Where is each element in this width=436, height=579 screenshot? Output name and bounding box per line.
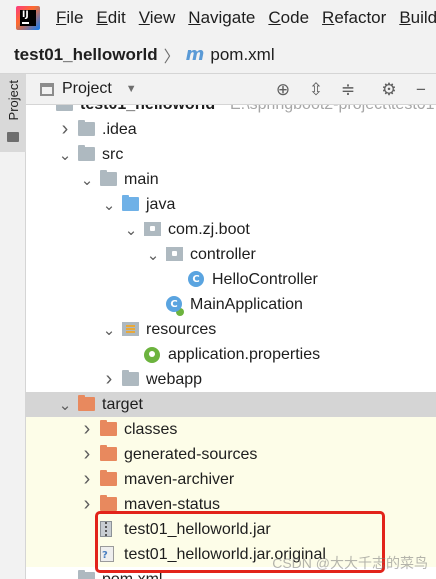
watermark: CSDN @大大千志的菜鸟 [272, 555, 428, 571]
tree-row[interactable]: C MainApplication [26, 292, 436, 317]
tree-row-label: classes [124, 421, 178, 438]
excluded-folder-icon [100, 445, 117, 461]
tree-row-label: HelloController [212, 271, 318, 288]
tree-row[interactable]: ⌄ target [26, 392, 436, 417]
spring-properties-icon [144, 347, 160, 363]
breadcrumb-file[interactable]: pom.xml [210, 45, 274, 65]
breadcrumb-project[interactable]: test01_helloworld [14, 45, 158, 65]
excluded-folder-icon [100, 495, 117, 511]
tree-row-label: MainApplication [190, 296, 303, 313]
maven-file-icon [78, 570, 95, 579]
chevron-down-icon[interactable]: ⌄ [102, 192, 116, 217]
tree-row-label: target [102, 396, 143, 413]
chevron-down-icon[interactable]: ⌄ [80, 167, 94, 192]
breadcrumb-separator: 〉 [163, 48, 180, 66]
tree-row[interactable]: ⌄ resources [26, 317, 436, 342]
left-tool-strip: Project [0, 74, 26, 579]
tree-row[interactable]: › maven-archiver [26, 467, 436, 492]
tree-row[interactable]: ⌄ controller [26, 242, 436, 267]
gear-icon[interactable]: ⚙ [378, 79, 400, 101]
menu-edit[interactable]: Edit [96, 8, 125, 28]
tree-row[interactable]: › webapp [26, 367, 436, 392]
class-icon: C [188, 271, 204, 287]
dropdown-caret-icon[interactable]: ▼ [126, 83, 137, 95]
chevron-down-icon[interactable]: ⌄ [124, 217, 138, 242]
locate-icon[interactable]: ⊕ [272, 79, 294, 101]
tree-row[interactable]: ⌄ com.zj.boot [26, 217, 436, 242]
tree-row-label: webapp [146, 371, 203, 388]
tree-row-label: main [124, 171, 159, 188]
collapse-all-icon[interactable]: ≑ [337, 79, 359, 101]
folder-icon [78, 120, 95, 136]
project-view-icon [40, 82, 54, 96]
tree-row-label: resources [146, 321, 217, 338]
project-tool-window-header: Project ▼ ⊕ ⇳ ≑ ⚙ − [26, 74, 436, 105]
expand-all-icon[interactable]: ⇳ [305, 79, 327, 101]
chevron-down-icon[interactable]: ⌄ [58, 392, 72, 417]
module-folder-icon [56, 105, 73, 111]
project-view-selector[interactable]: Project [62, 80, 112, 98]
folder-icon [7, 132, 19, 142]
menu-code[interactable]: Code [268, 8, 309, 28]
tree-row-label: controller [190, 246, 256, 263]
chevron-down-icon[interactable]: ⌄ [102, 317, 116, 342]
tree-row[interactable]: › classes [26, 417, 436, 442]
excluded-folder-icon [100, 420, 117, 436]
tree-row-label: maven-archiver [124, 471, 235, 488]
tree-row[interactable]: test01_helloworld E:\springboot2-project\… [26, 105, 436, 117]
menu-refactor[interactable]: Refactor [322, 8, 386, 28]
tree-row-label: .idea [102, 121, 137, 138]
tree-row-label: test01_helloworld [80, 105, 215, 117]
menu-view[interactable]: View [139, 8, 176, 28]
excluded-folder-icon [100, 470, 117, 486]
source-folder-icon [122, 195, 139, 211]
tree-row[interactable]: ⌄ src [26, 142, 436, 167]
chevron-down-icon[interactable]: ⌄ [146, 242, 160, 267]
package-icon [144, 222, 161, 236]
tree-row-path: E:\springboot2-project\test01 [230, 105, 435, 117]
hide-icon[interactable]: − [410, 79, 432, 101]
tree-row[interactable]: › generated-sources [26, 442, 436, 467]
resources-folder-icon [122, 322, 139, 336]
tree-row-label: generated-sources [124, 446, 258, 463]
maven-m-icon: m [185, 44, 205, 65]
chevron-right-icon[interactable]: › [80, 417, 94, 442]
menu-navigate[interactable]: Navigate [188, 8, 255, 28]
project-side-tab-label: Project [6, 80, 21, 121]
tree-row[interactable]: ⌄ java [26, 192, 436, 217]
tree-row-label: com.zj.boot [168, 221, 250, 238]
chevron-right-icon[interactable]: › [80, 442, 94, 467]
chevron-right-icon[interactable]: › [102, 367, 116, 392]
intellij-logo-icon: IJ [16, 6, 40, 30]
tree-row[interactable]: application.properties [26, 342, 436, 367]
tree-row-label: application.properties [168, 346, 321, 363]
chevron-right-icon[interactable]: › [80, 492, 94, 517]
project-side-tab[interactable]: Project [0, 74, 26, 152]
chevron-right-icon[interactable]: › [58, 117, 72, 142]
project-tree: test01_helloworld E:\springboot2-project\… [26, 105, 436, 579]
tree-row[interactable]: C HelloController [26, 267, 436, 292]
tree-row-label: src [102, 146, 124, 163]
tree-row-label: java [146, 196, 176, 213]
excluded-folder-icon [78, 395, 95, 411]
tree-row[interactable]: ⌄ main [26, 167, 436, 192]
menu-build[interactable]: Build [399, 8, 436, 28]
spring-boot-class-icon: C [166, 296, 182, 312]
folder-icon [100, 170, 117, 186]
chevron-down-icon[interactable]: ⌄ [58, 142, 72, 167]
navigation-breadcrumb: test01_helloworld 〉 m pom.xml [0, 36, 436, 74]
folder-icon [122, 370, 139, 386]
chevron-right-icon[interactable]: › [80, 467, 94, 492]
package-icon [166, 247, 183, 261]
menu-file[interactable]: File [56, 8, 83, 28]
folder-icon [78, 145, 95, 161]
main-menu-bar: IJ File Edit View Navigate Code Refactor Build [0, 0, 436, 36]
tree-row[interactable]: › .idea [26, 117, 436, 142]
